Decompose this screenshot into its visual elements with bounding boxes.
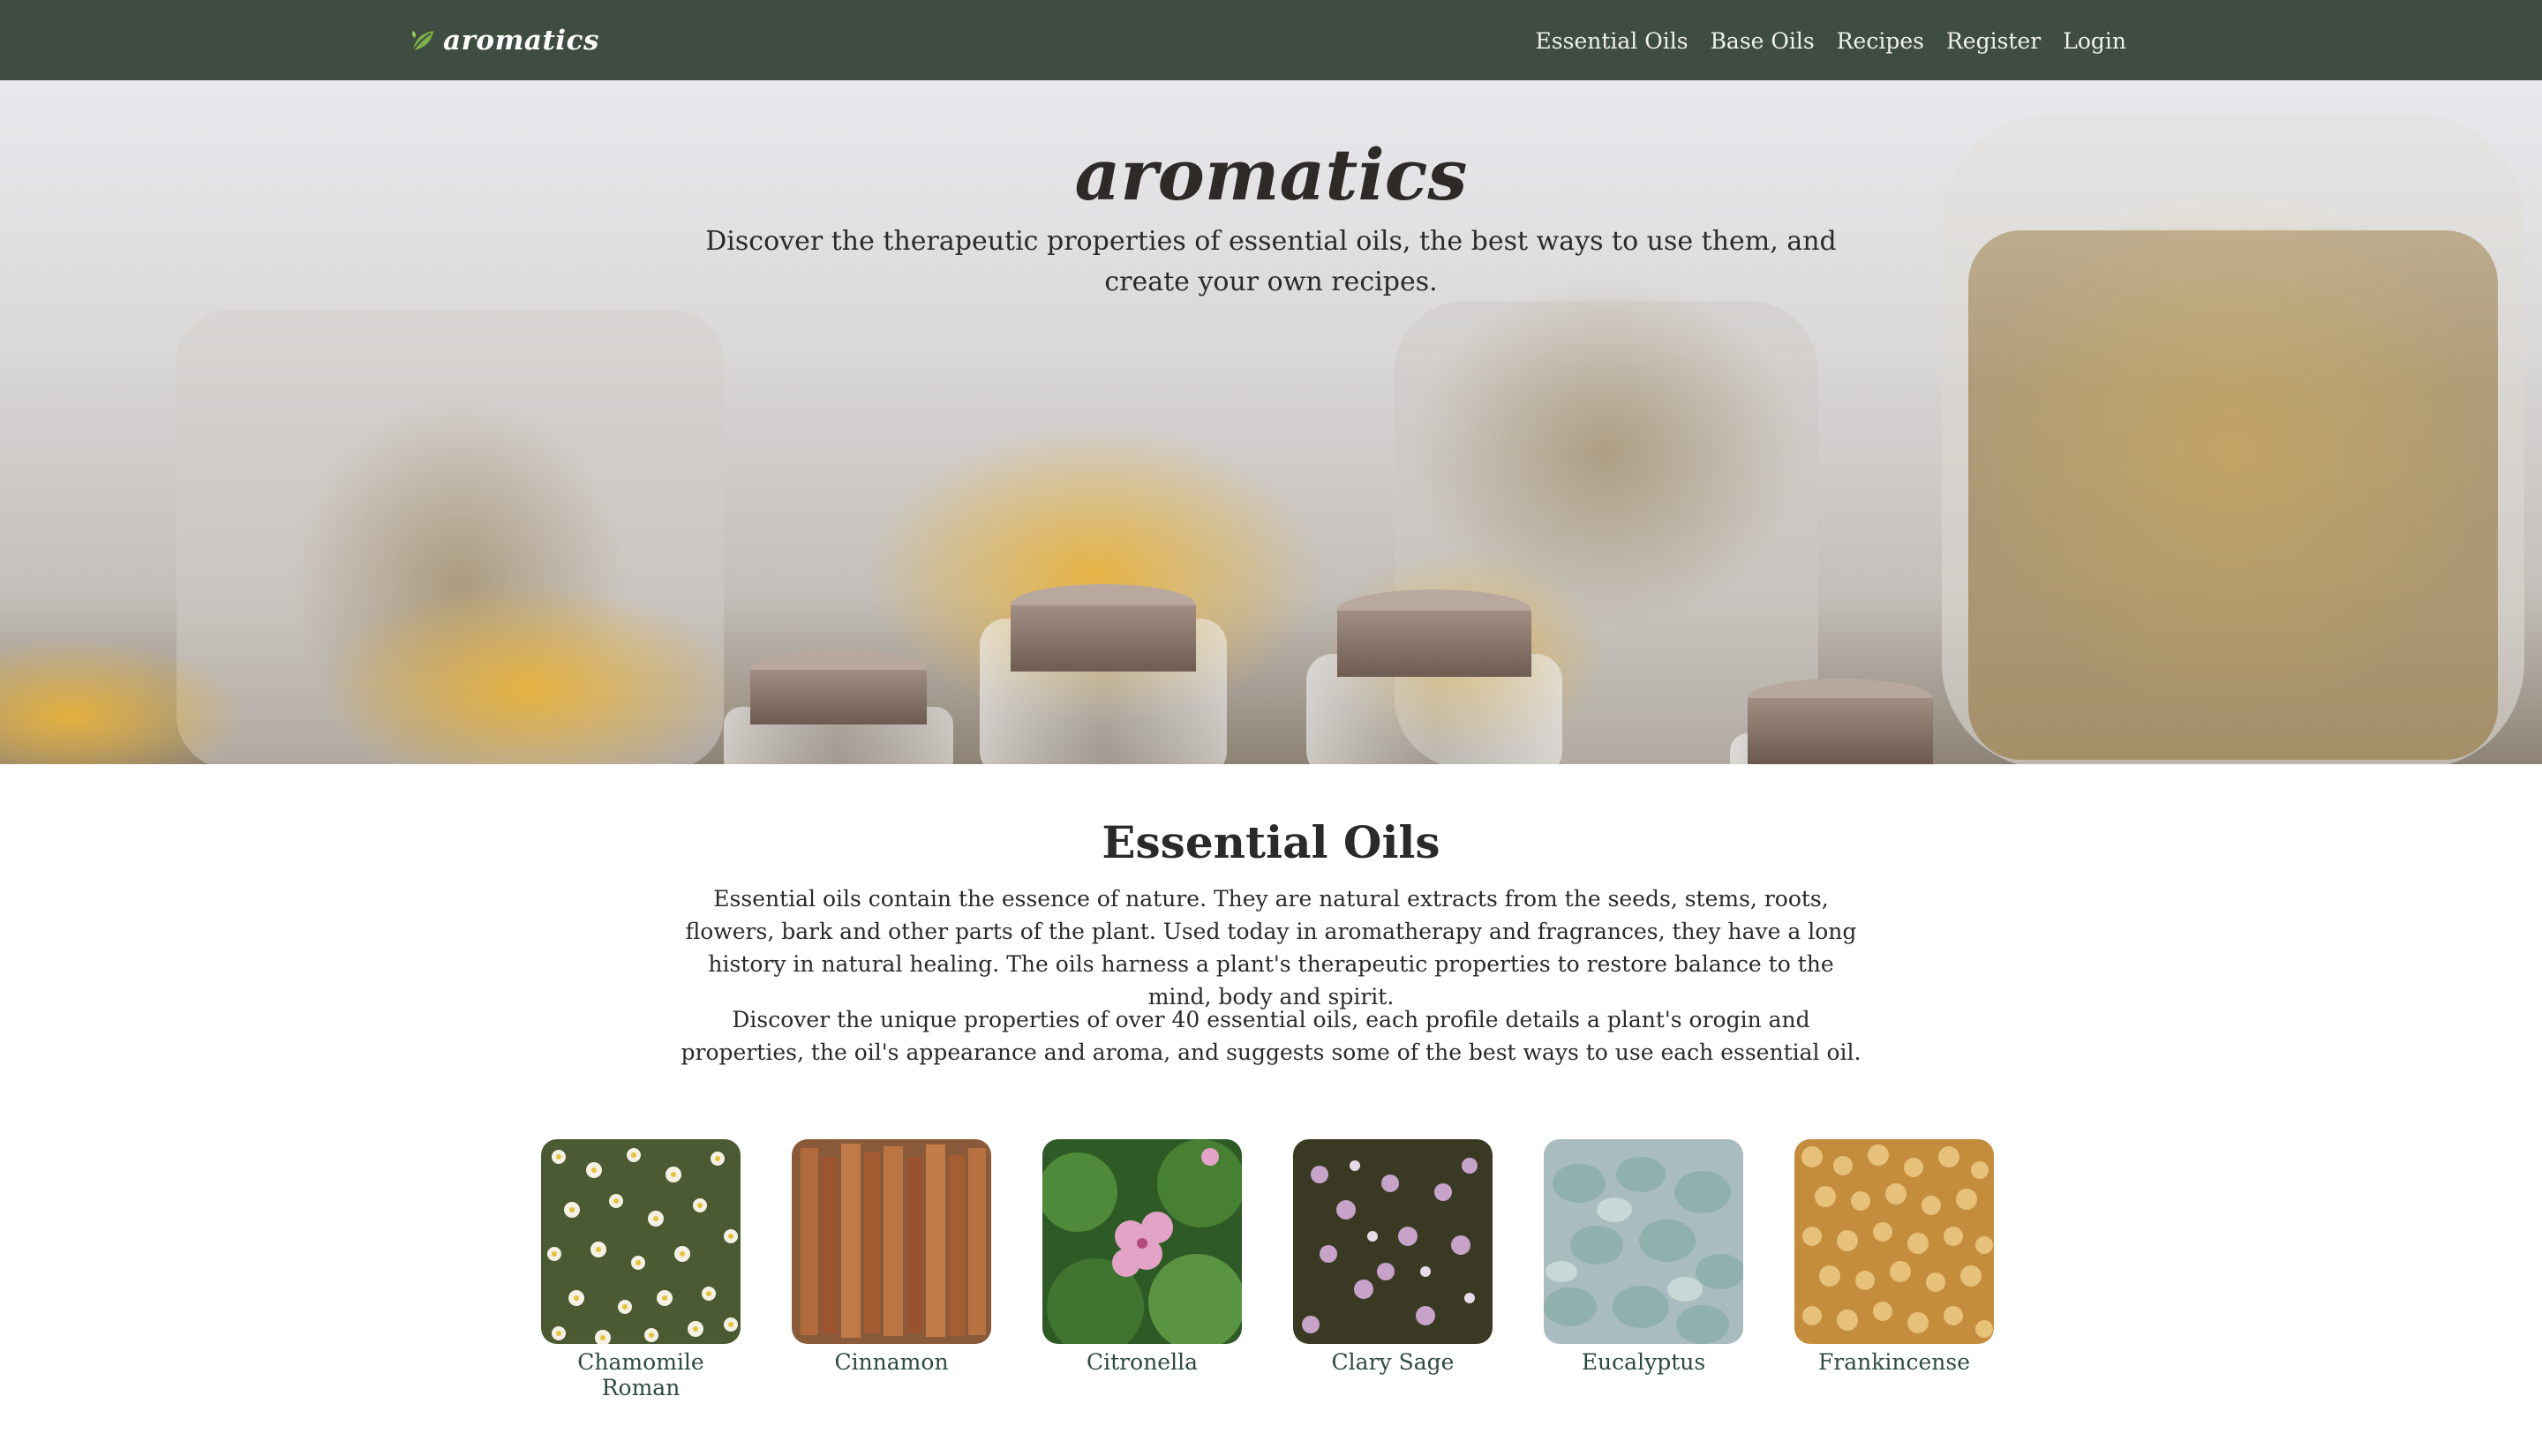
nav-links: Essential Oils Base Oils Recipes Registe… <box>1536 23 2126 58</box>
hero-subtitle: Discover the therapeutic properties of e… <box>705 226 1837 297</box>
citronella-image <box>1042 1139 1242 1344</box>
oil-name: Eucalyptus <box>1581 1349 1706 1375</box>
oil-card-chamomile-roman[interactable]: Chamomile Roman <box>541 1139 741 1400</box>
leaf-icon <box>410 27 436 54</box>
oil-name: Citronella <box>1087 1349 1198 1375</box>
oil-grid: Chamomile Roman Cinnamon Citronella Clar… <box>541 1139 1997 1400</box>
oil-name: Chamomile Roman <box>577 1349 704 1400</box>
essential-oils-heading: Essential Oils <box>1102 816 1440 868</box>
oil-name: Clary Sage <box>1331 1349 1455 1375</box>
essential-oils-intro: Essential oils contain the essence of na… <box>685 886 1857 1009</box>
nav-link-register[interactable]: Register <box>1946 28 2041 54</box>
nav-link-recipes[interactable]: Recipes <box>1837 28 1924 54</box>
frankincense-image <box>1794 1139 1994 1344</box>
oil-card-citronella[interactable]: Citronella <box>1042 1139 1242 1375</box>
brand-logo-link[interactable]: aromatics <box>410 23 599 58</box>
nav-link-login[interactable]: Login <box>2063 28 2126 54</box>
oil-card-clary-sage[interactable]: Clary Sage <box>1293 1139 1493 1375</box>
oil-card-eucalyptus[interactable]: Eucalyptus <box>1544 1139 1743 1375</box>
eucalyptus-image <box>1544 1139 1743 1344</box>
oil-name: Frankincense <box>1817 1349 1971 1375</box>
oil-card-cinnamon[interactable]: Cinnamon <box>792 1139 991 1375</box>
brand-name: aromatics <box>443 25 599 56</box>
oil-card-frankincense[interactable]: Frankincense <box>1794 1139 1994 1375</box>
cinnamon-image <box>792 1139 991 1344</box>
hero-title: aromatics <box>1074 133 1468 216</box>
clary-sage-image <box>1293 1139 1493 1344</box>
essential-oils-description: Discover the unique properties of over 4… <box>681 1007 1861 1065</box>
chamomile-image <box>541 1139 741 1344</box>
nav-link-base-oils[interactable]: Base Oils <box>1711 28 1815 54</box>
top-navbar: aromatics Essential Oils Base Oils Recip… <box>0 0 2542 80</box>
oil-name: Cinnamon <box>834 1349 949 1375</box>
nav-link-essential-oils[interactable]: Essential Oils <box>1536 28 1688 54</box>
hero-banner: aromatics Discover the therapeutic prope… <box>0 80 2542 764</box>
